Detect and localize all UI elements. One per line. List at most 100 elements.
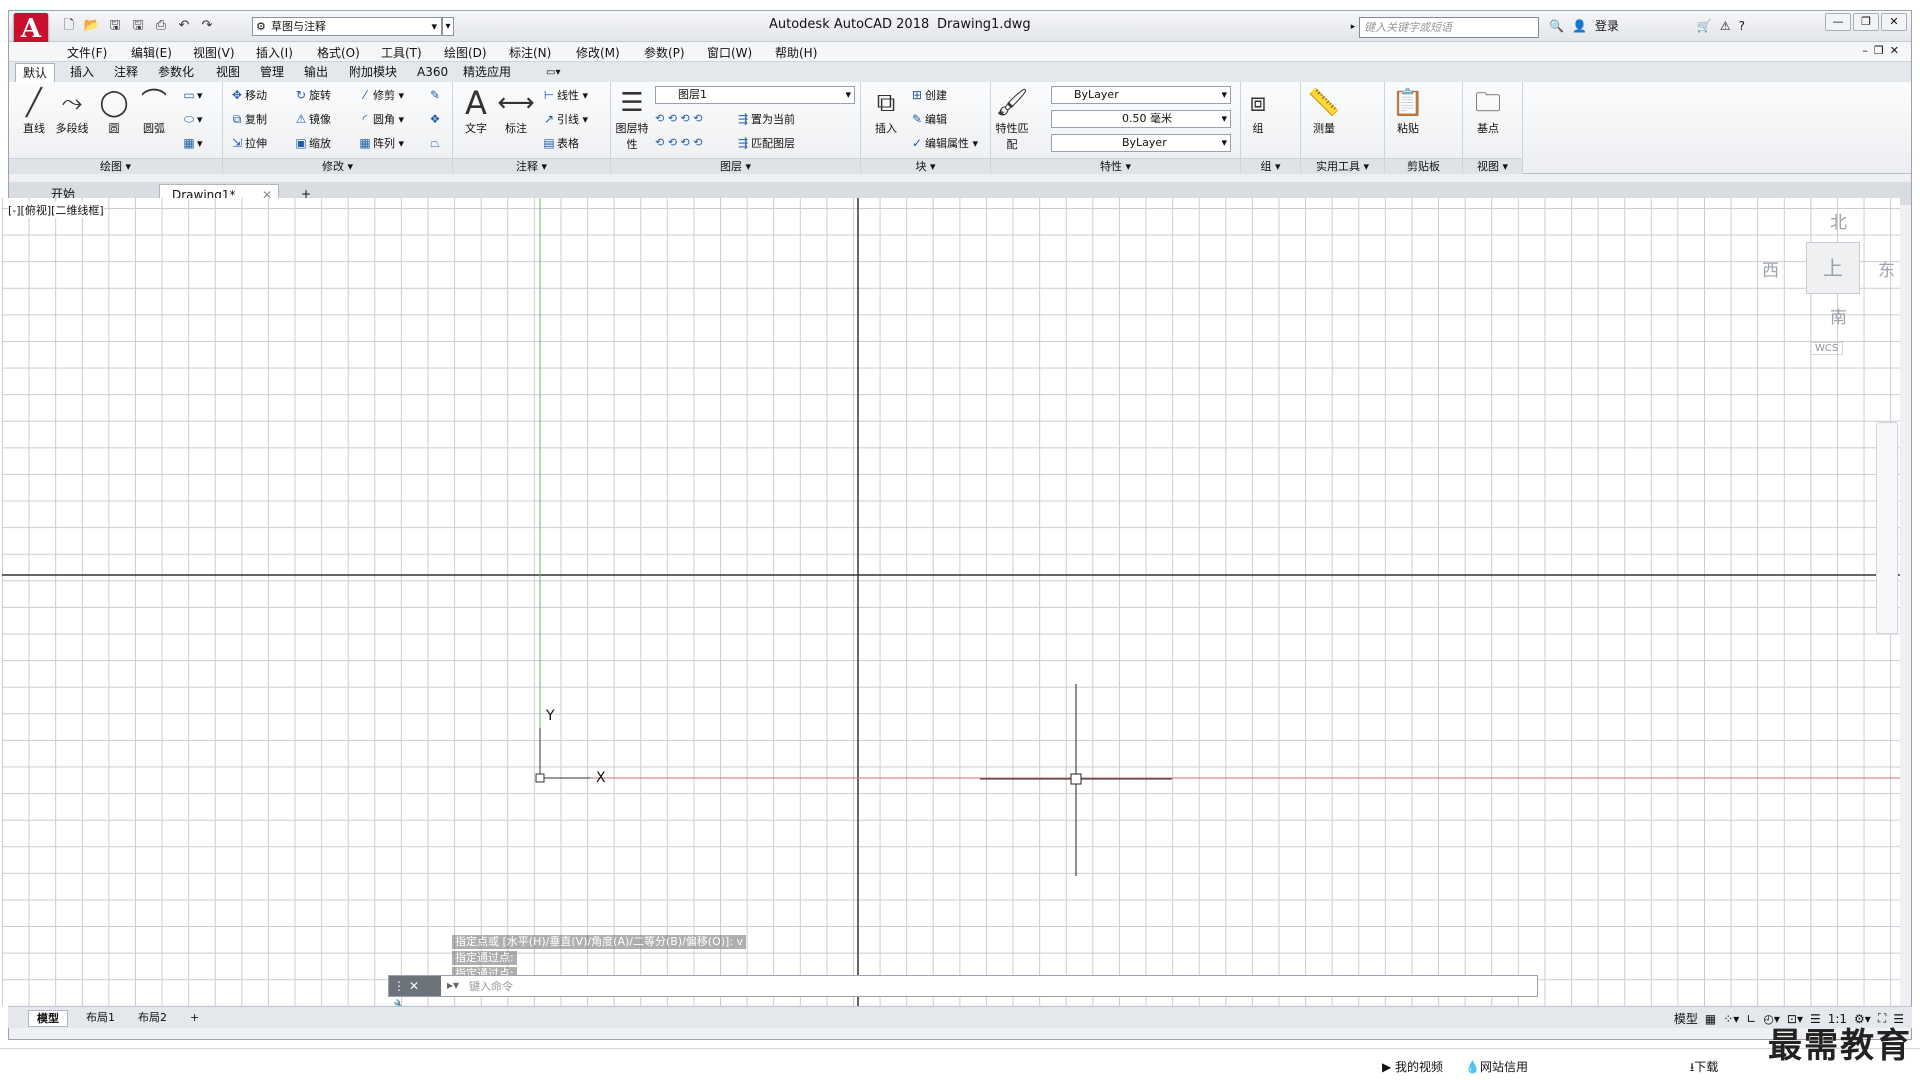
print-icon[interactable]: ⎙ (151, 17, 171, 35)
panel-properties-title[interactable]: 特性 ▾ (991, 158, 1240, 174)
help-icon[interactable]: ? (1739, 19, 1745, 33)
layer-select[interactable]: 图层1 (655, 86, 855, 104)
edit-block-button[interactable]: ✎ 编辑 (909, 110, 947, 128)
drawing-canvas[interactable]: [-][俯视][二维线框] Y X 北 南 东 西 上 WCS 指定点或 [水平… (2, 198, 1900, 1006)
set-current-button[interactable]: ⇶ 置为当前 (735, 110, 795, 128)
trim-button[interactable]: ⁄ 修剪 ▾ (357, 86, 404, 104)
panel-modify-title[interactable]: 修改 ▾ (223, 158, 452, 174)
polyline-tool[interactable]: ⤳ 多段线 (53, 86, 91, 136)
paste-button[interactable]: 📋 粘贴 (1389, 86, 1427, 136)
text-tool[interactable]: A 文字 (457, 86, 495, 136)
fillet-button[interactable]: ◜ 圆角 ▾ (357, 110, 404, 128)
linetype-select[interactable]: ByLayer (1051, 134, 1231, 152)
match-properties-button[interactable]: 🖌 特性匹配 (993, 86, 1031, 152)
tab-view[interactable]: 视图 (209, 63, 247, 82)
login-button[interactable]: 登录 (1595, 17, 1619, 34)
stretch-button[interactable]: ⇲ 拉伸 (229, 134, 267, 152)
viewcube[interactable]: 北 南 东 西 上 WCS (1750, 198, 1900, 368)
menu-window[interactable]: 窗口(W) (707, 44, 752, 61)
new-icon[interactable]: 🗋 (59, 17, 79, 35)
maximize-button[interactable]: ❐ (1853, 13, 1879, 31)
mdi-controls[interactable]: –❐✕ (1862, 44, 1905, 57)
panel-block-title[interactable]: 块 ▾ (861, 158, 990, 174)
model-space-button[interactable]: 模型 (1674, 1010, 1698, 1027)
site-credit-button[interactable]: 💧网站信用 (1465, 1058, 1528, 1075)
search-expand-icon[interactable]: ▸ (1347, 17, 1359, 38)
menu-tools[interactable]: 工具(T) (381, 44, 422, 61)
mirror-button[interactable]: ⚠ 镜像 (293, 110, 331, 128)
erase-icon[interactable]: ✎ (427, 86, 443, 104)
undo-icon[interactable]: ↶ (174, 17, 194, 35)
viewcube-north[interactable]: 北 (1830, 208, 1847, 233)
rotate-button[interactable]: ↻ 旋转 (293, 86, 331, 104)
lineweight-select[interactable]: 0.50 毫米 (1051, 110, 1231, 128)
panel-utilities-title[interactable]: 实用工具 ▾ (1301, 158, 1384, 174)
open-icon[interactable]: 📂 (82, 17, 102, 35)
rectangle-icon[interactable]: ▭ ▾ (181, 86, 202, 104)
menu-dimension[interactable]: 标注(N) (509, 44, 551, 61)
menu-modify[interactable]: 修改(M) (576, 44, 620, 61)
hatch-icon[interactable]: ▦ ▾ (181, 134, 202, 152)
match-layer-button[interactable]: ⇶ 匹配图层 (735, 134, 795, 152)
add-layout-button[interactable]: + (182, 1010, 207, 1027)
qat-customize-button[interactable]: ▾ (442, 17, 454, 36)
circle-tool[interactable]: ◯ 圆 (95, 86, 133, 136)
tab-home[interactable]: 默认 (15, 63, 56, 82)
panel-view-title[interactable]: 视图 ▾ (1463, 158, 1522, 174)
scale-button[interactable]: ▣ 缩放 (293, 134, 331, 152)
create-block-button[interactable]: ⊞ 创建 (909, 86, 947, 104)
download-button[interactable]: ⭳下载 (1690, 1058, 1718, 1079)
tab-manage[interactable]: 管理 (253, 63, 291, 82)
tab-parametric[interactable]: 参数化 (151, 63, 201, 82)
tab-featured[interactable]: 精选应用 (456, 63, 518, 82)
save-as-icon[interactable]: 🖫 (128, 17, 148, 35)
array-button[interactable]: ▦ 阵列 ▾ (357, 134, 404, 152)
menu-file[interactable]: 文件(F) (67, 44, 107, 61)
panel-clipboard-title[interactable]: 剪贴板 (1385, 158, 1462, 174)
layout-tab-model[interactable]: 模型 (28, 1010, 68, 1027)
menu-help[interactable]: 帮助(H) (775, 44, 817, 61)
tab-output[interactable]: 输出 (297, 63, 335, 82)
command-input[interactable]: 键入命令 (469, 978, 513, 994)
my-video-button[interactable]: ▶ 我的视频 (1382, 1058, 1443, 1075)
snap-icon[interactable]: ⁘▾ (1723, 1012, 1739, 1026)
command-line-controls[interactable]: ⋮✕🔧 (389, 976, 441, 1013)
panel-groups-title[interactable]: 组 ▾ (1241, 158, 1300, 174)
linear-button[interactable]: ⊢ 线性 ▾ (541, 86, 588, 104)
arc-tool[interactable]: ⌒ 圆弧 (135, 86, 173, 136)
line-tool[interactable]: ╱ 直线 (15, 86, 53, 136)
ortho-icon[interactable]: ∟ (1746, 1012, 1756, 1026)
panel-annotation-title[interactable]: 注释 ▾ (453, 158, 610, 174)
viewcube-south[interactable]: 南 (1830, 303, 1847, 328)
viewcube-east[interactable]: 东 (1878, 256, 1895, 281)
workspace-select[interactable]: 草图与注释 (252, 17, 442, 36)
search-input[interactable]: 键入关键字或短语 (1359, 17, 1539, 38)
group-button[interactable]: ⧈ 组 (1243, 86, 1273, 136)
ellipse-icon[interactable]: ⬭ ▾ (181, 110, 203, 128)
base-point-button[interactable]: 🗀 基点 (1469, 86, 1507, 136)
tab-annotate[interactable]: 注释 (107, 63, 145, 82)
copy-button[interactable]: ⧉ 复制 (229, 110, 267, 128)
tab-a360[interactable]: A360 (410, 63, 455, 82)
explode-icon[interactable]: ❖ (427, 110, 443, 128)
menu-view[interactable]: 视图(V) (193, 44, 235, 61)
offset-icon[interactable]: ⏢ (427, 134, 443, 152)
exchange-icon[interactable]: ⚠ (1720, 19, 1731, 33)
menu-params[interactable]: 参数(P) (644, 44, 685, 61)
edit-attributes-button[interactable]: ✓ 编辑属性 ▾ (909, 134, 978, 152)
ribbon-minimize-icon[interactable]: ▭▾ (539, 63, 567, 82)
save-icon[interactable]: 🖫 (105, 17, 125, 35)
layer-tools-row2[interactable]: ⟲ ⟲ ⟲ ⟲ (655, 134, 702, 152)
color-select[interactable]: ByLayer (1051, 86, 1231, 104)
layout-tab-1[interactable]: 布局1 (78, 1010, 123, 1027)
table-button[interactable]: ▤ 表格 (541, 134, 579, 152)
redo-icon[interactable]: ↷ (197, 17, 217, 35)
move-button[interactable]: ✥ 移动 (229, 86, 267, 104)
wcs-menu[interactable]: WCS (1810, 342, 1844, 355)
tab-insert[interactable]: 插入 (63, 63, 101, 82)
panel-layers-title[interactable]: 图层 ▾ (611, 158, 860, 174)
layout-tab-2[interactable]: 布局2 (130, 1010, 175, 1027)
menu-draw[interactable]: 绘图(D) (444, 44, 487, 61)
tab-addins[interactable]: 附加模块 (342, 63, 404, 82)
leader-button[interactable]: ↗ 引线 ▾ (541, 110, 588, 128)
